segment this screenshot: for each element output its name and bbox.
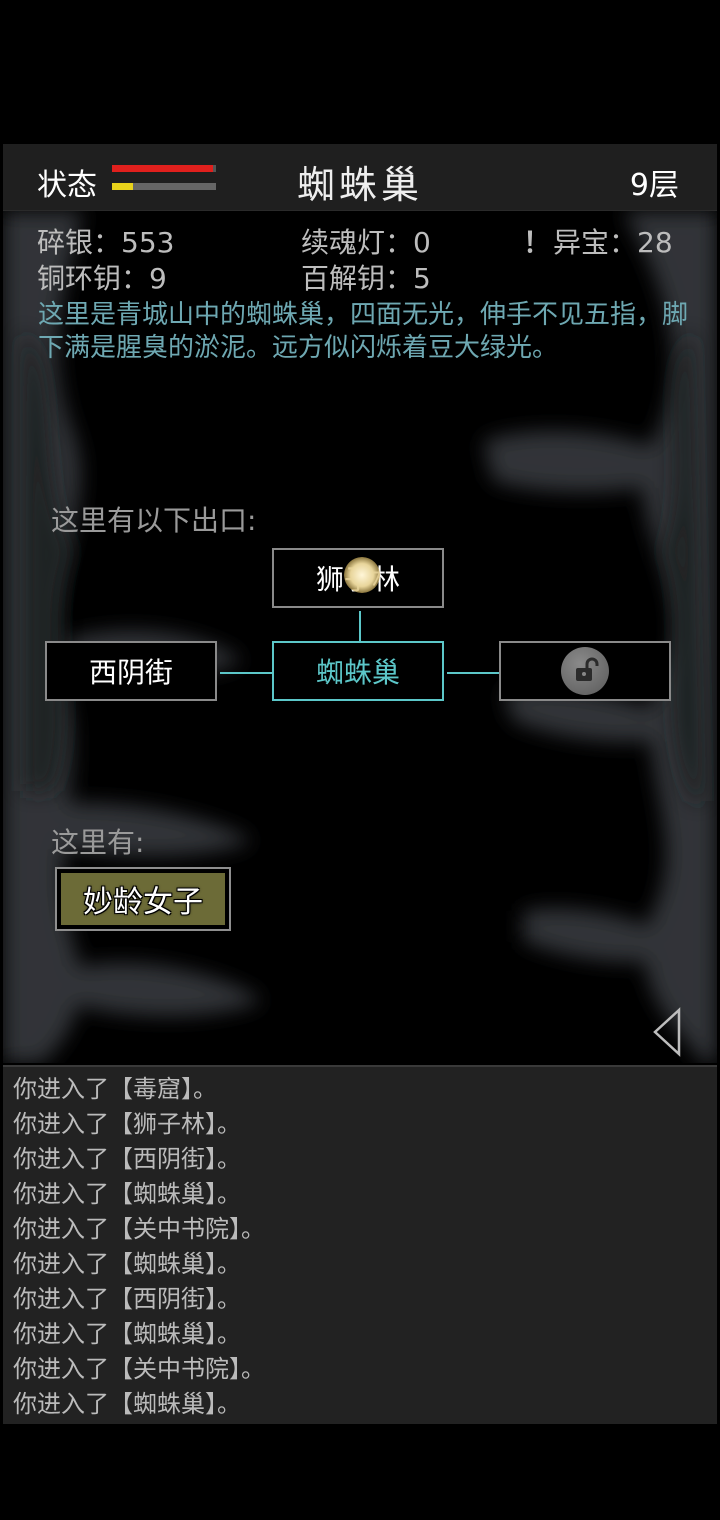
here-label: 这里有: <box>51 826 145 859</box>
current-room-label: 蜘蛛巢 <box>315 656 400 689</box>
connector-north <box>359 611 361 641</box>
npc-button[interactable]: 妙龄女子 <box>55 867 231 931</box>
room-title: 蜘蛛巢 <box>296 163 423 207</box>
log-line: 你进入了【西阴街】。 <box>13 1285 241 1313</box>
copper-key-count: 铜环钥：9 <box>37 262 167 295</box>
game-screen: 状态 蜘蛛巢 9层 碎银：553 续魂灯：0 ！ 异宝：28 铜环钥：9 百解钥… <box>0 0 720 1520</box>
log-line: 你进入了【蜘蛛巢】。 <box>13 1250 241 1278</box>
connector-east <box>447 672 500 674</box>
unlock-icon <box>561 647 609 695</box>
log-line: 你进入了【狮子林】。 <box>13 1110 241 1138</box>
room-panel: 碎银：553 续魂灯：0 ！ 异宝：28 铜环钥：9 百解钥：5 这里是青城山中… <box>3 211 717 1063</box>
touch-cursor <box>344 557 380 593</box>
energy-bar <box>112 183 216 190</box>
top-bar: 状态 蜘蛛巢 9层 <box>3 144 717 211</box>
log-line: 你进入了【蜘蛛巢】。 <box>13 1320 241 1348</box>
log-line: 你进入了【关中书院】。 <box>13 1215 265 1243</box>
hp-bar-fill <box>112 165 213 172</box>
exit-west[interactable]: 西阴街 <box>45 641 217 701</box>
current-room: 蜘蛛巢 <box>272 641 444 701</box>
connector-west <box>220 672 272 674</box>
soul-lamp-count: 续魂灯：0 <box>301 226 431 259</box>
alert-icon: ！ <box>523 226 552 259</box>
hp-bar <box>112 165 216 172</box>
treasure-count: 异宝：28 <box>553 226 673 259</box>
silver-count: 碎银：553 <box>37 226 175 259</box>
exits-label: 这里有以下出口: <box>51 504 257 537</box>
room-description: 这里是青城山中的蜘蛛巢，四面无光，伸手不见五指，脚下满是腥臭的淤泥。远方似闪烁着… <box>38 300 689 363</box>
exit-east-locked[interactable] <box>499 641 671 701</box>
back-arrow-icon[interactable] <box>651 1007 683 1057</box>
log-line: 你进入了【蜘蛛巢】。 <box>13 1390 241 1418</box>
floor-indicator: 9层 <box>629 168 679 203</box>
energy-bar-fill <box>112 183 133 190</box>
log-line: 你进入了【蜘蛛巢】。 <box>13 1180 241 1208</box>
exit-west-label: 西阴街 <box>88 656 173 689</box>
master-key-count: 百解钥：5 <box>301 262 431 295</box>
log-line: 你进入了【毒窟】。 <box>13 1075 217 1103</box>
log-line: 你进入了【关中书院】。 <box>13 1355 265 1383</box>
log-line: 你进入了【西阴街】。 <box>13 1145 241 1173</box>
npc-name: 妙龄女子 <box>61 873 225 925</box>
message-log[interactable]: 你进入了【毒窟】。 你进入了【狮子林】。 你进入了【西阴街】。 你进入了【蜘蛛巢… <box>3 1065 717 1424</box>
